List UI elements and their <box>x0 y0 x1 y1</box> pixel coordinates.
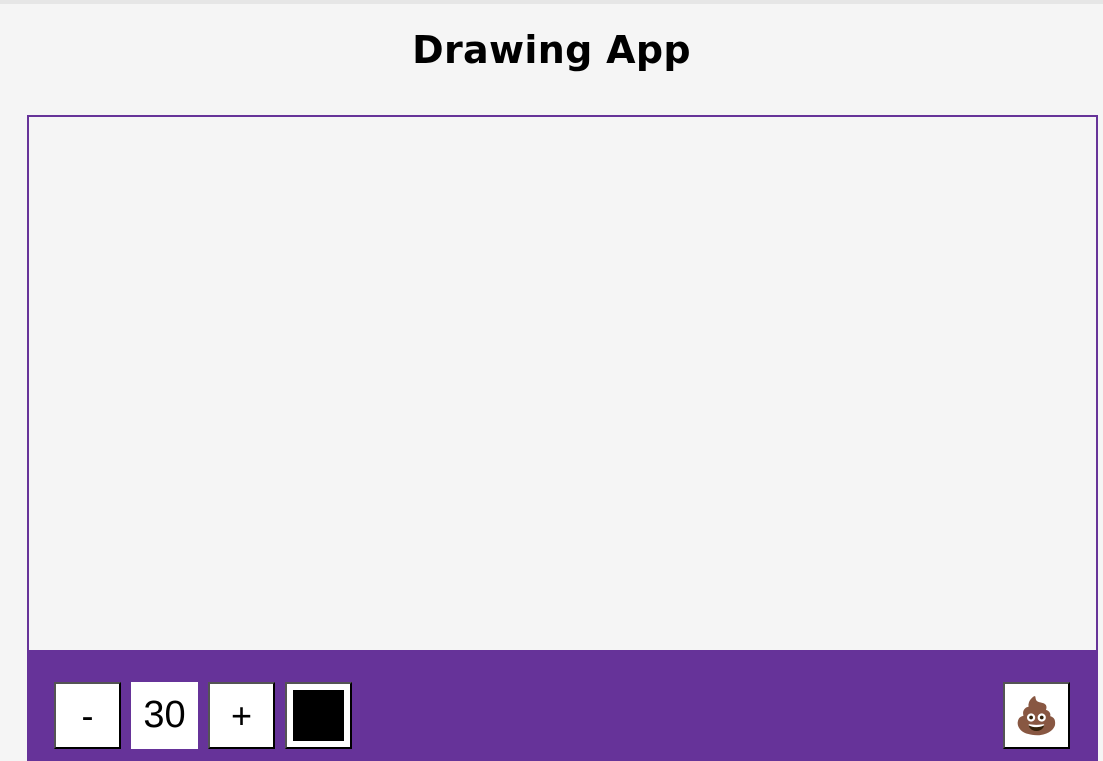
clear-button[interactable]: 💩 <box>1003 682 1070 749</box>
top-edge <box>0 0 1103 4</box>
increase-size-button[interactable]: + <box>208 682 275 749</box>
decrease-size-button[interactable]: - <box>54 682 121 749</box>
toolbar: - 30 + 💩 <box>27 651 1098 761</box>
color-swatch <box>293 690 344 741</box>
drawing-canvas[interactable] <box>27 115 1098 652</box>
brush-size-value: 30 <box>131 682 198 749</box>
page-title: Drawing App <box>412 28 691 72</box>
pile-of-poo-icon: 💩 <box>1014 694 1059 736</box>
color-picker[interactable] <box>285 682 352 749</box>
